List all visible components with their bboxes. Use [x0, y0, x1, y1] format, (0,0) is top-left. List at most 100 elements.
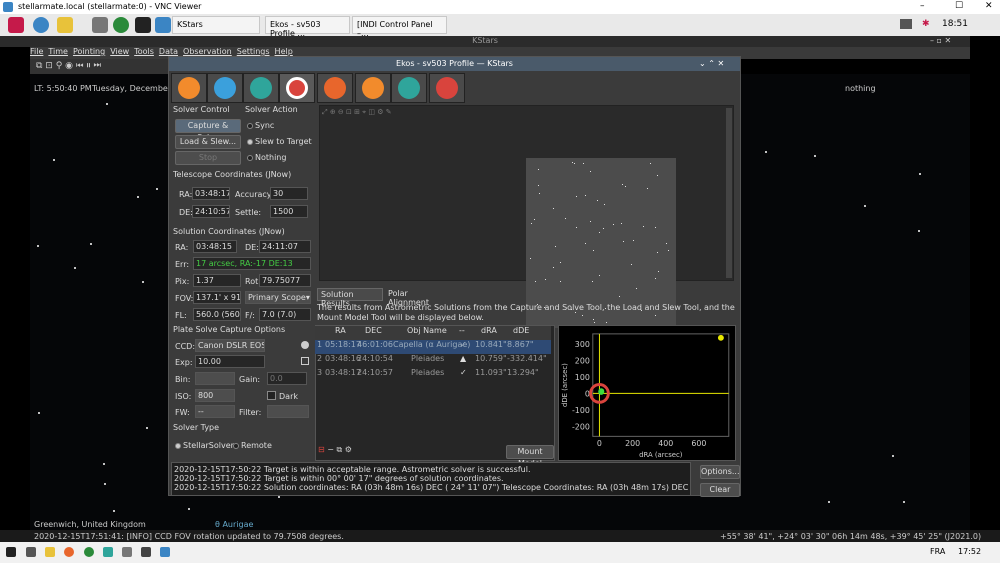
- iso-select[interactable]: 800: [195, 389, 235, 402]
- capture-solve-button[interactable]: Capture & Solve: [175, 119, 241, 142]
- language-indicator[interactable]: FRA: [930, 547, 945, 556]
- minimize-button[interactable]: –: [920, 1, 925, 11]
- module-mount[interactable]: [207, 73, 243, 103]
- explorer-icon[interactable]: [45, 547, 55, 557]
- telescope-icon[interactable]: [92, 17, 108, 33]
- drift-plot[interactable]: 0 200 400 600 300 200 100 0 -100 -200 dRA (arcsec)…: [558, 325, 736, 461]
- fits-viewer[interactable]: ⤢ ⊕ ⊖ ⊡ ⊞ ⌖ ◫ ⚙ ✎: [319, 105, 734, 328]
- kstars-window-controls[interactable]: – ▫ ✕: [930, 36, 951, 45]
- ccd-settings-icon[interactable]: [301, 341, 309, 349]
- toolbar-icons[interactable]: ⧉ ⊡ ⚲ ◉ ⏮ ⏸ ⏭: [36, 61, 101, 71]
- taskbar-tab-kstars[interactable]: KStars: [172, 16, 260, 34]
- browser-icon[interactable]: [33, 17, 49, 33]
- minus-icon[interactable]: −: [327, 445, 334, 454]
- x-tick-label: 0: [597, 439, 602, 448]
- ccd-select[interactable]: Canon DSLR EOS: [195, 339, 265, 352]
- maximize-button[interactable]: ☐: [955, 1, 963, 11]
- gain-spinbox[interactable]: 0.0: [267, 372, 307, 385]
- frame-icon[interactable]: [301, 357, 309, 365]
- menu-settings[interactable]: Settings: [237, 47, 270, 56]
- table-row[interactable]: 2 03:48:16 24:10:54 Pleiades ▲ 10.759" -332.41…: [315, 354, 551, 368]
- action-slew[interactable]: Slew to Target: [247, 137, 312, 146]
- ekos-titlebar: Ekos - sv503 Profile — KStars ⌄ ⌃ ✕: [169, 57, 740, 71]
- tab-polar-alignment[interactable]: Polar Alignment: [385, 288, 445, 307]
- vnc-icon: [3, 2, 13, 12]
- log-panel[interactable]: 2020-12-15T17:50:22 Target is within acc…: [171, 462, 691, 496]
- module-focus[interactable]: [355, 73, 391, 103]
- bin-select[interactable]: [195, 372, 235, 385]
- accuracy-spinbox[interactable]: 30: [270, 187, 308, 200]
- rot-field: 79.75077: [259, 274, 311, 287]
- viewer-scrollbar[interactable]: [726, 108, 732, 278]
- app-icon[interactable]: [84, 547, 94, 557]
- app-icon[interactable]: [122, 547, 132, 557]
- image-star: [582, 163, 584, 165]
- module-align[interactable]: [279, 73, 315, 103]
- sky-star: [113, 510, 116, 513]
- menu-view[interactable]: View: [110, 47, 129, 56]
- vnc-viewer-icon[interactable]: [160, 547, 170, 557]
- menu-time[interactable]: Time: [48, 47, 68, 56]
- menu-tools[interactable]: Tools: [134, 47, 154, 56]
- sky-star: [156, 188, 159, 191]
- start-icon[interactable]: [6, 547, 16, 557]
- solver-remote[interactable]: Remote: [233, 441, 272, 450]
- folder-icon[interactable]: [57, 17, 73, 33]
- app-icon[interactable]: [141, 547, 151, 557]
- radio-icon: [247, 138, 253, 145]
- raspberry-menu-icon[interactable]: [8, 17, 24, 33]
- stop-button[interactable]: Stop: [175, 151, 241, 165]
- ekos-window-controls[interactable]: ⌄ ⌃ ✕: [699, 57, 724, 71]
- wifi-icon[interactable]: [900, 19, 912, 29]
- table-actions[interactable]: ⊟ − ⧉ ⚙: [318, 445, 382, 457]
- module-observatory[interactable]: [391, 73, 427, 103]
- clear-button[interactable]: Clear: [700, 483, 740, 497]
- status-message: 2020-12-15T17:51:41: [INFO] CCD FOV rota…: [34, 532, 344, 541]
- action-sync[interactable]: Sync: [247, 121, 274, 130]
- viewer-toolbar[interactable]: ⤢ ⊕ ⊖ ⊡ ⊞ ⌖ ◫ ⚙ ✎: [322, 108, 482, 118]
- tab-solution-results[interactable]: Solution Results: [317, 288, 383, 308]
- menu-file[interactable]: File: [30, 47, 43, 56]
- window-icon[interactable]: [155, 17, 171, 33]
- solver-stellar[interactable]: StellarSolver: [175, 441, 234, 450]
- plot-frame: [592, 333, 730, 437]
- menu-pointing[interactable]: Pointing: [73, 47, 105, 56]
- fw-select[interactable]: --: [195, 405, 235, 418]
- menu-help[interactable]: Help: [275, 47, 293, 56]
- table-row[interactable]: 3 03:48:17 24:10:57 Pleiades ✓ 11.093" 13.294": [315, 368, 551, 382]
- module-guide[interactable]: [429, 73, 465, 103]
- telescope-coords-header: Telescope Coordinates (JNow): [173, 170, 292, 179]
- taskbar-tab-indi[interactable]: [INDI Control Panel –...: [352, 16, 447, 38]
- taskview-icon[interactable]: [26, 547, 36, 557]
- image-star: [576, 227, 578, 229]
- taskbar-tab-ekos[interactable]: Ekos - sv503 Profile ...: [265, 16, 350, 38]
- load-slew-button[interactable]: Load & Slew...: [175, 135, 241, 149]
- module-setup[interactable]: [171, 73, 207, 103]
- exp-spinbox[interactable]: 10.00: [195, 355, 265, 368]
- app-icon[interactable]: [103, 547, 113, 557]
- filter-select[interactable]: [267, 405, 309, 418]
- menu-data[interactable]: Data: [159, 47, 178, 56]
- close-button[interactable]: ✕: [985, 1, 993, 11]
- app-icon[interactable]: [113, 17, 129, 33]
- mount-model-button[interactable]: Mount Model: [506, 445, 554, 468]
- module-capture[interactable]: [317, 73, 353, 103]
- scope-select[interactable]: Primary Scope▾: [245, 291, 311, 304]
- options-button[interactable]: Options...: [700, 465, 740, 479]
- action-nothing[interactable]: Nothing: [247, 153, 286, 162]
- dark-checkbox[interactable]: [267, 391, 276, 400]
- settle-spinbox[interactable]: 1500: [270, 205, 308, 218]
- firefox-icon[interactable]: [64, 547, 74, 557]
- sky-star: [828, 500, 831, 503]
- export-icon[interactable]: ⧉: [337, 445, 343, 454]
- settings-icon[interactable]: ⚙: [345, 445, 352, 454]
- bluetooth-icon[interactable]: ✱: [922, 19, 932, 29]
- menu-observation[interactable]: Observation: [183, 47, 232, 56]
- log-line: 2020-12-15T17:50:22 Target is within 00°…: [174, 474, 504, 483]
- delete-icon[interactable]: ⊟: [318, 445, 325, 454]
- table-row[interactable]: 1 05:18:17 46:01:06 Capella (α Aurigae) ✓ 10.…: [315, 340, 551, 354]
- module-scheduler[interactable]: [243, 73, 279, 103]
- terminal-icon[interactable]: [135, 17, 151, 33]
- image-star: [658, 270, 660, 272]
- solver-type-header: Solver Type: [173, 423, 220, 432]
